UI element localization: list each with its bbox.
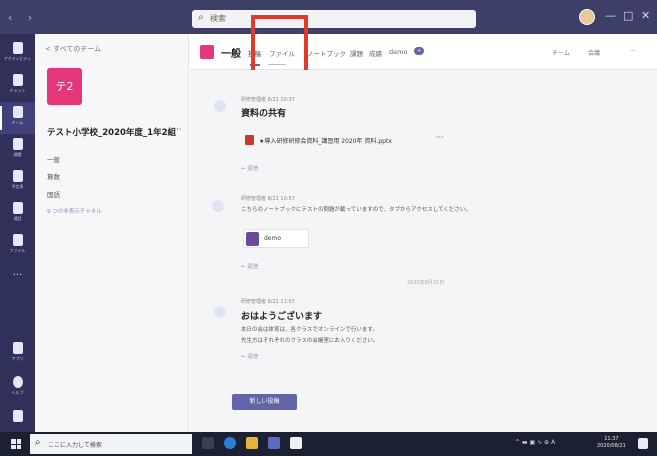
meet-button[interactable]: 会議 (588, 48, 600, 57)
post-avatar (214, 100, 226, 112)
tab-demo[interactable]: demo (389, 48, 407, 56)
close-button[interactable]: ✕ (641, 9, 650, 22)
channel-math[interactable]: 算数 (47, 171, 60, 181)
channel-japanese[interactable]: 国語 (47, 189, 60, 199)
more-apps-icon[interactable]: ··· (0, 270, 35, 288)
rail-label: アプリ (11, 356, 24, 361)
reply-link[interactable]: ← 返信 (241, 164, 258, 172)
tab-notebook[interactable]: ノートブック (307, 48, 346, 58)
task-view-icon[interactable] (202, 437, 214, 449)
post-avatar (214, 306, 226, 318)
search-placeholder: 検索 (210, 14, 226, 23)
device-icon (12, 410, 23, 422)
post-text: 先生方はそれぞれのクラスの会議室にお入りください。 (241, 338, 379, 344)
search-icon: ⌕ (35, 437, 41, 448)
date-separator: 2020年8月21日 (407, 280, 445, 286)
team-panel: < すべてのチーム テ2 テスト小学校_2020年度_1年2組 ··· 一般 算… (35, 34, 189, 432)
post-title: おはようございます (241, 312, 323, 322)
taskbar-clock[interactable]: 11:37 2020/08/21 (597, 436, 626, 450)
system-tray[interactable]: ^ ▬ ▣ ∿ ⊕ A (515, 439, 555, 446)
notifications-icon[interactable] (638, 438, 648, 449)
bell-icon (12, 42, 23, 54)
rail-files[interactable]: ファイル (0, 230, 35, 262)
maximize-button[interactable]: □ (623, 9, 633, 22)
teams-window: ‹ › ⌕ 検索 — □ ✕ アクティビティ チャット チーム 課題 予定表 通… (0, 0, 657, 456)
notebook-card[interactable]: demo (243, 229, 309, 248)
channel-general[interactable]: 一般 (47, 154, 60, 164)
post-text: こちらのノートブックにテストの問題が載っていますので、タブからアクセスしてくださ… (241, 207, 471, 213)
calendar-icon (12, 170, 23, 182)
chat-icon (12, 74, 23, 86)
phone-icon (12, 202, 23, 214)
post-meta: 研修管理者 8/21 10:57 (241, 196, 295, 202)
channel-avatar (200, 45, 214, 59)
tab-assignments[interactable]: 課題 (350, 48, 363, 58)
assignments-icon (12, 138, 23, 150)
taskbar-search-placeholder: ここに入力して検索 (48, 442, 102, 449)
rail-calendar[interactable]: 予定表 (0, 166, 35, 198)
rail-label: 予定表 (11, 184, 24, 189)
team-avatar: テ2 (47, 68, 82, 105)
minimize-button[interactable]: — (605, 9, 616, 22)
post-title: 資料の共有 (241, 109, 287, 119)
team-button[interactable]: チーム (552, 48, 570, 57)
rail-label: チャット (9, 88, 26, 93)
clock-time: 11:37 (604, 436, 619, 442)
clock-date: 2020/08/21 (597, 443, 626, 449)
app-rail: アクティビティ チャット チーム 課題 予定表 通話 ファイル ··· アプリ … (0, 34, 35, 432)
post-text: 本日の会は体育は、各クラスでオンラインで行います。 (241, 327, 378, 333)
help-icon (12, 376, 23, 388)
rail-label: 通話 (13, 216, 22, 221)
rail-label: ファイル (9, 248, 26, 253)
add-tab-button[interactable]: + (414, 47, 425, 55)
taskbar-search-input[interactable]: ⌕ ここに入力して検索 (30, 434, 192, 454)
apps-icon (12, 342, 23, 354)
rail-apps[interactable]: アプリ (0, 338, 35, 370)
new-post-button[interactable]: 新しい投稿 (232, 394, 297, 410)
avatar[interactable] (579, 9, 595, 25)
rail-teams[interactable]: チーム (0, 102, 35, 134)
rail-label: アクティビティ (3, 56, 32, 61)
rail-assignments[interactable]: 課題 (0, 134, 35, 166)
windows-start-icon[interactable] (11, 439, 21, 449)
rail-chat[interactable]: チャット (0, 70, 35, 102)
files-icon (12, 234, 23, 246)
search-icon: ⌕ (198, 12, 204, 23)
reply-link[interactable]: ← 返信 (241, 352, 258, 360)
team-name: テスト小学校_2020年度_1年2組 (47, 128, 176, 138)
nav-arrows[interactable]: ‹ › (8, 11, 38, 24)
post-meta: 研修管理者 8/21 10:37 (241, 97, 295, 103)
card-label: demo (264, 235, 282, 242)
reply-link[interactable]: ← 返信 (241, 262, 258, 270)
rail-label: チーム (11, 120, 24, 125)
all-teams-link[interactable]: < すべてのチーム (45, 44, 101, 54)
post-meta: 研修管理者 8/21 11:07 (241, 299, 295, 305)
store-icon[interactable] (290, 437, 302, 449)
windows-taskbar: ⌕ ここに入力して検索 ^ ▬ ▣ ∿ ⊕ A 11:37 2020/08/21 (0, 432, 657, 456)
tab-grades[interactable]: 成績 (369, 48, 382, 58)
channel-title: 一般 (221, 49, 241, 60)
rail-activity[interactable]: アクティビティ (0, 38, 35, 70)
edge-icon[interactable] (224, 437, 236, 449)
hidden-channels-link[interactable]: 9 つの非表示チャネル (47, 207, 102, 215)
rail-label: 課題 (13, 152, 22, 157)
rail-calls[interactable]: 通話 (0, 198, 35, 230)
rail-help[interactable]: ヘルプ (0, 372, 35, 404)
post-avatar (212, 200, 224, 212)
teams-icon (12, 106, 23, 118)
channel-more-button[interactable]: ··· (630, 48, 636, 55)
teams-taskbar-icon[interactable] (268, 437, 280, 449)
post-feed (190, 70, 657, 432)
team-more-button[interactable]: ··· (173, 125, 182, 135)
title-bar: ‹ › ⌕ 検索 — □ ✕ (0, 0, 657, 34)
search-input[interactable]: ⌕ 検索 (192, 10, 476, 28)
onenote-icon (246, 232, 259, 246)
rail-label: ヘルプ (11, 390, 24, 395)
file-more-button[interactable]: ··· (436, 133, 444, 142)
explorer-icon[interactable] (246, 437, 258, 449)
pptx-file-icon (245, 135, 254, 145)
file-name[interactable]: ★導入研修研修会資料_講習用 2020年 資料.pptx (259, 136, 392, 145)
